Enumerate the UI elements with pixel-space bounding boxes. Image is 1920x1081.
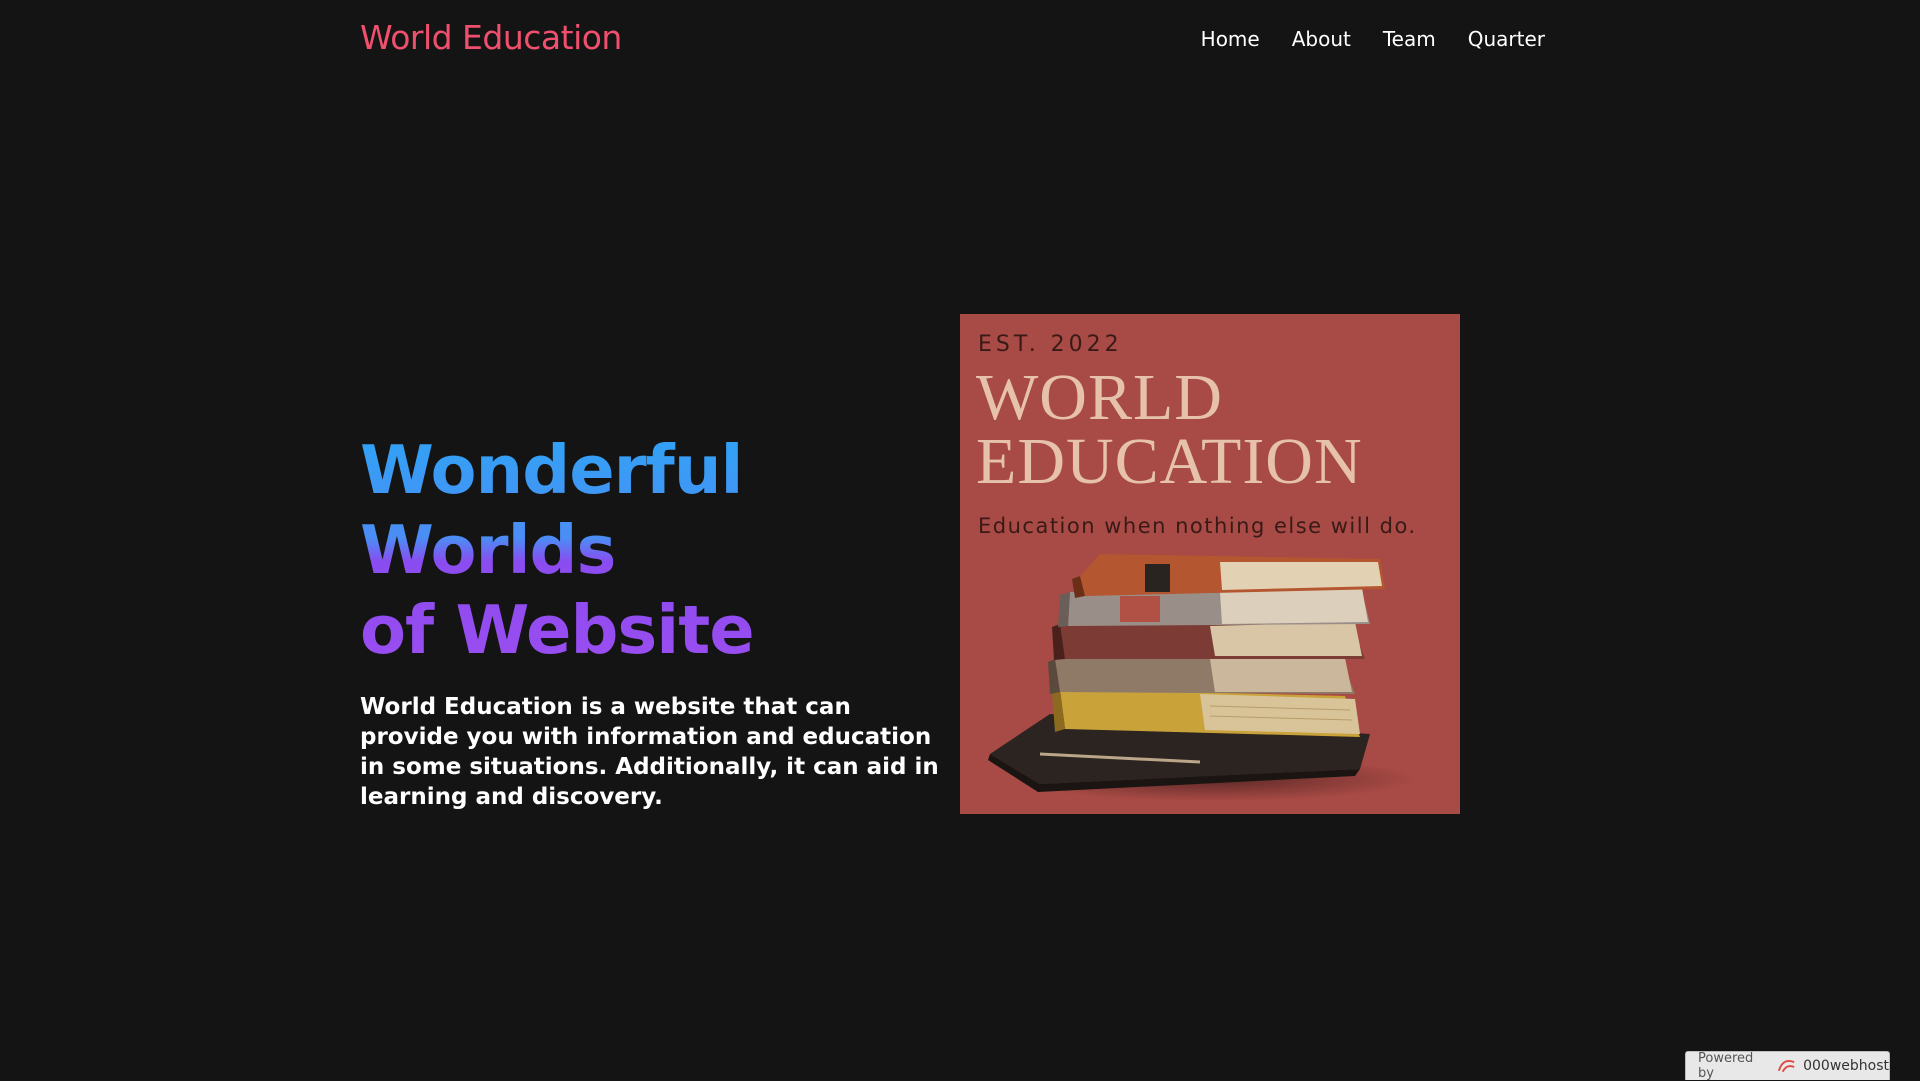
hero-text: Wonderful Worlds of Website World Educat… xyxy=(360,430,950,812)
badge-brand: 000webhost xyxy=(1803,1058,1889,1074)
nav-link-team[interactable]: Team xyxy=(1383,27,1436,51)
nav-link-quarter[interactable]: Quarter xyxy=(1468,27,1545,51)
poster-tagline: Education when nothing else will do. xyxy=(978,514,1417,538)
poster-title-line2: EDUCATION xyxy=(976,425,1363,498)
nav-link-home[interactable]: Home xyxy=(1201,27,1260,51)
hero-description: World Education is a website that can pr… xyxy=(360,692,950,812)
powered-by-label: Powered by xyxy=(1698,1051,1770,1081)
powered-by-badge[interactable]: Powered by 000webhost xyxy=(1685,1051,1890,1080)
hero-poster-image: EST. 2022 WORLD EDUCATION Education when… xyxy=(960,314,1460,814)
navbar: World Education Home About Team Quarter xyxy=(0,0,1920,80)
nav-link-about[interactable]: About xyxy=(1292,27,1351,51)
brand-logo-text[interactable]: World Education xyxy=(360,18,622,57)
poster-title-line1: WORLD xyxy=(976,361,1223,434)
hero-title-line2: of Website xyxy=(360,591,754,669)
poster-est: EST. 2022 xyxy=(978,332,1123,357)
000webhost-logo-icon xyxy=(1776,1057,1797,1075)
hero-title-line1: Wonderful Worlds xyxy=(360,431,743,589)
hero-title: Wonderful Worlds of Website xyxy=(360,430,950,670)
poster-title: WORLD EDUCATION xyxy=(976,366,1363,494)
nav-menu: Home About Team Quarter xyxy=(1201,27,1545,51)
